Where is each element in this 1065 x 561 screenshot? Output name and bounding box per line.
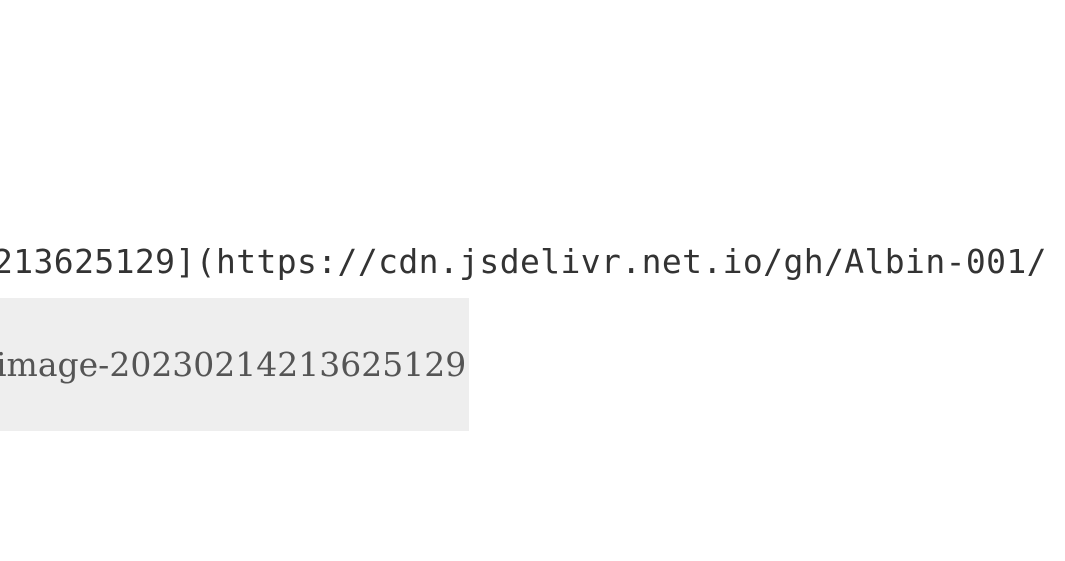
markdown-editor: 213625129](https://cdn.jsdelivr.net.io/g…	[0, 0, 1065, 561]
image-alt-text: image-20230214213625129	[0, 345, 467, 384]
markdown-image-source-line[interactable]: 213625129](https://cdn.jsdelivr.net.io/g…	[0, 242, 1047, 282]
